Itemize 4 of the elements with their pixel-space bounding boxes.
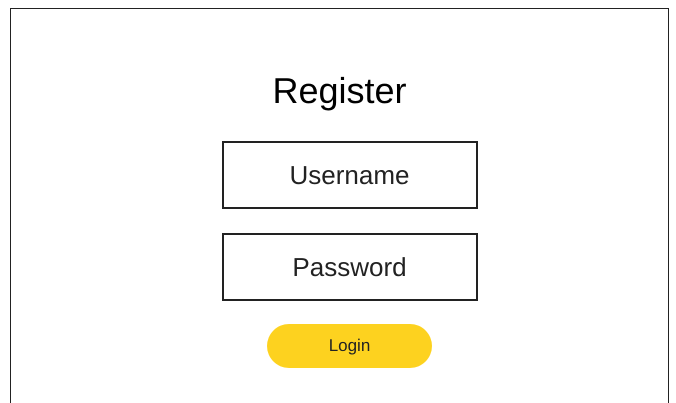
text-field[interactable]: Password <box>222 233 478 301</box>
text-field[interactable]: Username <box>222 141 478 209</box>
page-title: Register <box>272 71 407 111</box>
login-button[interactable]: Login <box>267 324 432 368</box>
